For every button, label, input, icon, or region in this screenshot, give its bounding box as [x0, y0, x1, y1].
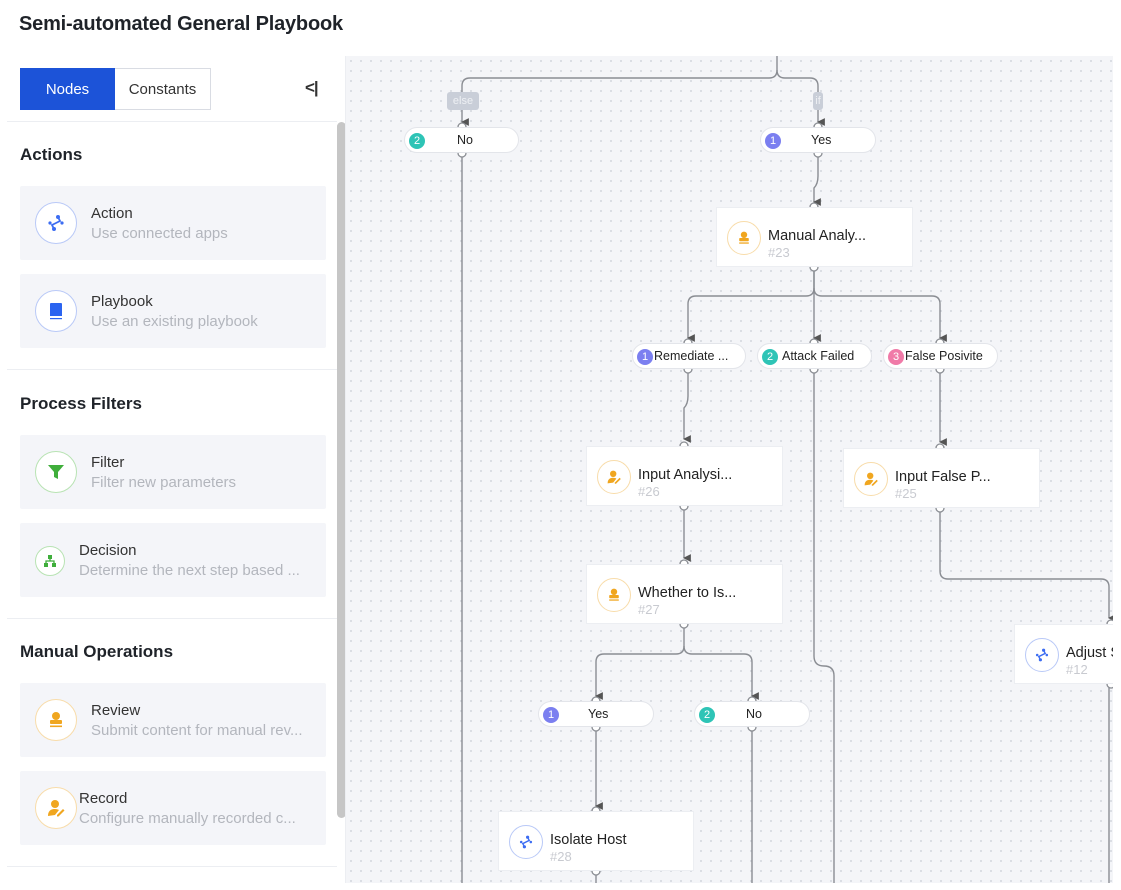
connector — [683, 645, 759, 700]
connector — [461, 56, 778, 126]
tab-nodes[interactable]: Nodes — [20, 68, 115, 110]
book-icon — [35, 290, 77, 332]
branch-tag-else[interactable]: else — [447, 92, 479, 110]
flow-canvas[interactable]: else if 2 No 1 Yes 1 Remediate ... 2 Att… — [346, 56, 1113, 883]
branch-label: No — [457, 133, 473, 147]
branch-label: No — [746, 707, 762, 721]
flow-node-input-analysis[interactable]: Input Analysi... #26 — [586, 446, 783, 506]
connector — [687, 267, 815, 342]
connector — [595, 623, 685, 700]
branch-badge: 1 — [543, 707, 559, 723]
connector — [813, 369, 835, 883]
divider — [7, 121, 337, 122]
playbook-editor: Nodes Constants <| Actions Action Use co… — [7, 56, 1113, 883]
branch-label: Yes — [588, 707, 609, 721]
record-user-edit-icon — [597, 460, 631, 494]
node-number: #27 — [638, 602, 660, 617]
node-palette-sidebar: Nodes Constants <| Actions Action Use co… — [7, 56, 346, 883]
section-title-manual-operations: Manual Operations — [20, 642, 174, 661]
branch-badge: 2 — [762, 349, 778, 365]
divider — [7, 866, 337, 867]
branch-badge: 1 — [765, 133, 781, 149]
section-title-actions: Actions — [20, 145, 83, 164]
flow-node-adjust[interactable]: Adjust S #12 — [1014, 624, 1113, 684]
palette-item-name: Action — [91, 205, 133, 222]
branch-pill-no[interactable]: 2 No — [694, 701, 810, 727]
connector — [776, 69, 825, 126]
branch-pill-no[interactable]: 2 No — [404, 127, 519, 153]
flow-node-manual-analysis[interactable]: Manual Analy... #23 — [716, 207, 913, 267]
node-number: #12 — [1066, 662, 1088, 677]
flow-node-input-false-positive[interactable]: Input False P... #25 — [843, 448, 1040, 508]
palette-item-name: Record — [79, 790, 128, 807]
node-number: #28 — [550, 849, 572, 864]
palette-item-review[interactable]: Review Submit content for manual rev... — [20, 683, 326, 757]
collapse-sidebar-icon[interactable]: <| — [305, 78, 319, 98]
node-number: #23 — [768, 245, 790, 260]
node-name: Adjust S — [1066, 645, 1113, 661]
branch-pill-remediate[interactable]: 1 Remediate ... — [632, 343, 746, 369]
connector — [813, 287, 947, 342]
palette-item-name: Decision — [79, 542, 137, 559]
branch-pill-yes[interactable]: 1 Yes — [760, 127, 876, 153]
decision-icon — [35, 546, 65, 576]
branch-badge: 3 — [888, 349, 904, 365]
node-name: Input Analysi... — [638, 467, 733, 483]
review-stamp-icon — [35, 699, 77, 741]
node-name: Manual Analy... — [768, 228, 867, 244]
branch-badge: 2 — [409, 133, 425, 149]
palette-item-playbook[interactable]: Playbook Use an existing playbook — [20, 274, 326, 348]
palette-item-description: Use connected apps — [91, 225, 228, 242]
palette-item-description: Use an existing playbook — [91, 313, 258, 330]
review-stamp-icon — [597, 578, 631, 612]
connector — [939, 506, 1113, 622]
action-icon — [509, 825, 543, 859]
palette-item-name: Filter — [91, 454, 125, 471]
palette-item-action[interactable]: Action Use connected apps — [20, 186, 326, 260]
branch-badge: 2 — [699, 707, 715, 723]
branch-tag-if[interactable]: if — [813, 92, 823, 110]
node-name: Isolate Host — [550, 832, 627, 848]
palette-item-description: Filter new parameters — [91, 474, 237, 491]
node-name: Whether to Is... — [638, 585, 737, 601]
node-name: Input False P... — [895, 469, 991, 485]
page-title: Semi-automated General Playbook — [19, 13, 343, 35]
branch-pill-attack-failed[interactable]: 2 Attack Failed — [757, 343, 872, 369]
palette-item-name: Review — [91, 702, 141, 719]
node-number: #26 — [638, 484, 660, 499]
connector — [813, 153, 821, 206]
sidebar-scrollbar[interactable] — [337, 122, 345, 818]
action-icon — [35, 202, 77, 244]
branch-label: Attack Failed — [782, 349, 855, 363]
branch-pill-false-positive[interactable]: 3 False Posivite — [883, 343, 998, 369]
palette-item-decision[interactable]: Decision Determine the next step based .… — [20, 523, 326, 597]
palette-item-record[interactable]: Record Configure manually recorded c... — [20, 771, 326, 845]
branch-pill-yes[interactable]: 1 Yes — [538, 701, 654, 727]
flow-node-isolate-host[interactable]: Isolate Host #28 — [498, 811, 694, 871]
branch-badge: 1 — [637, 349, 653, 365]
tab-constants[interactable]: Constants — [115, 68, 211, 110]
flow-node-whether-to-isolate[interactable]: Whether to Is... #27 — [586, 564, 783, 624]
connector — [683, 369, 691, 443]
section-title-process-filters: Process Filters — [20, 394, 142, 413]
palette-item-filter[interactable]: Filter Filter new parameters — [20, 435, 326, 509]
review-stamp-icon — [727, 221, 761, 255]
palette-item-name: Playbook — [91, 293, 153, 310]
node-number: #25 — [895, 486, 917, 501]
record-user-edit-icon — [35, 787, 77, 829]
divider — [7, 618, 337, 619]
branch-label: False Posivite — [905, 349, 983, 363]
palette-item-description: Configure manually recorded c... — [79, 810, 296, 827]
palette-item-description: Determine the next step based ... — [79, 562, 300, 579]
record-user-edit-icon — [854, 462, 888, 496]
action-icon — [1025, 638, 1059, 672]
palette-item-description: Submit content for manual rev... — [91, 722, 303, 739]
filter-icon — [35, 451, 77, 493]
sidebar-tabs: Nodes Constants — [20, 68, 211, 110]
divider — [7, 369, 337, 370]
branch-label: Remediate ... — [654, 349, 729, 363]
branch-label: Yes — [811, 133, 832, 147]
